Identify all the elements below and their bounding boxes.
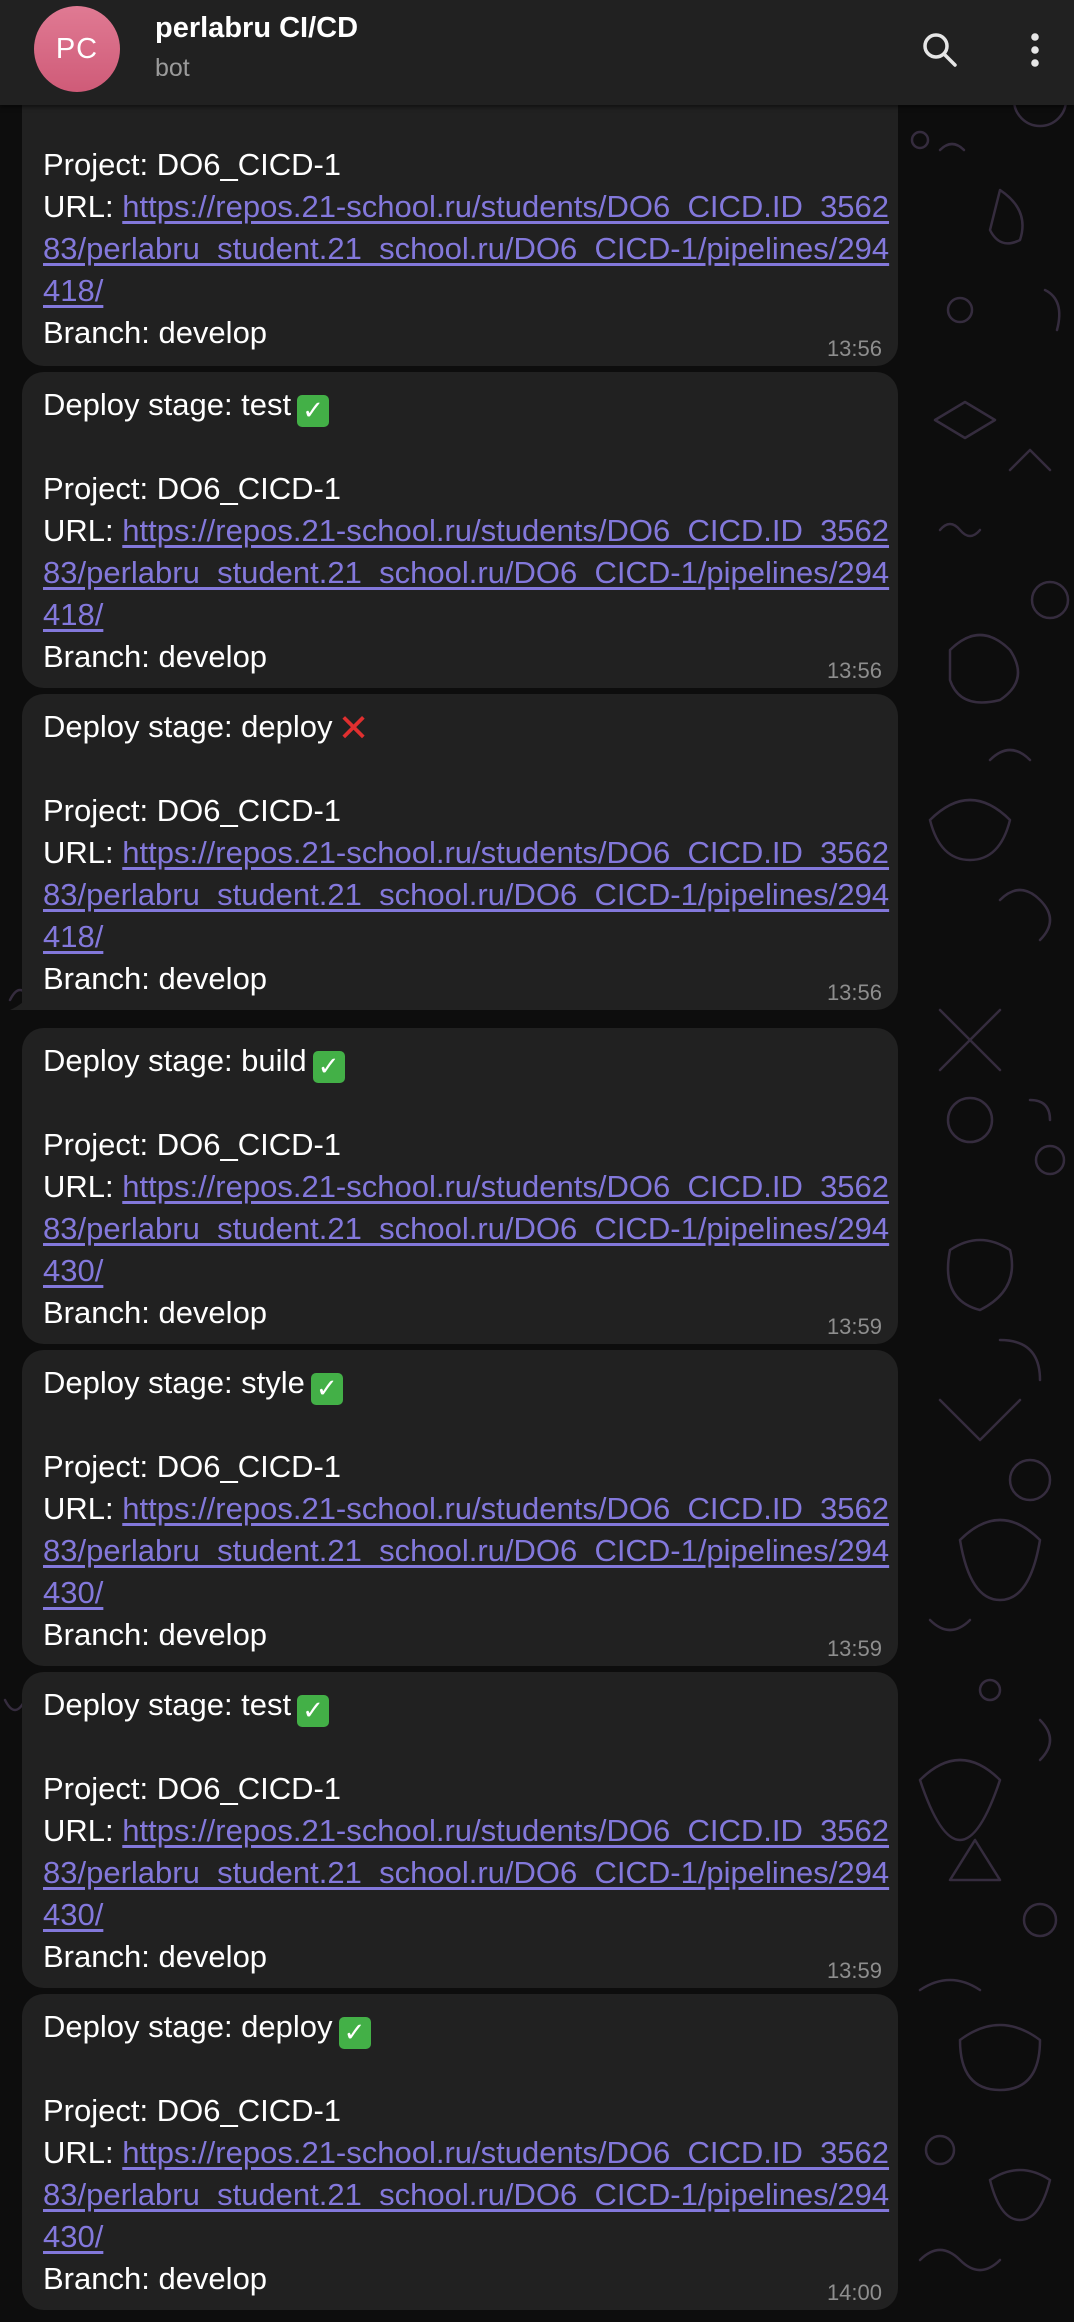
- project-name: DO6_CICD-1: [156, 1449, 342, 1484]
- branch-name: develop: [158, 1295, 268, 1330]
- pipeline-link[interactable]: https://repos.21-school.ru/students/DO6_…: [43, 2135, 889, 2254]
- url-line: URL: https://repos.21-school.ru/students…: [43, 189, 890, 308]
- url-line: URL: https://repos.21-school.ru/students…: [43, 1491, 890, 1610]
- branch-name: develop: [158, 2261, 268, 2296]
- chat-title[interactable]: perlabru CI/CD: [155, 12, 358, 45]
- bubble-tail: [10, 990, 34, 1010]
- branch-line: Branch: develop: [43, 961, 268, 996]
- chat-header[interactable]: PC perlabru CI/CD bot: [0, 0, 1074, 105]
- stage-line: Deploy stage: test ✓: [43, 384, 898, 427]
- url-line: URL: https://repos.21-school.ru/students…: [43, 513, 890, 632]
- message-bubble[interactable]: Deploy stage: deploy ✓ Project: DO6_CICD-…: [22, 1994, 898, 2310]
- message-bubble[interactable]: Deploy stage: test ✓ Project: DO6_CICD-1 …: [22, 1672, 898, 1988]
- message-time: 13:56: [826, 658, 882, 683]
- branch-line: Branch: develop: [43, 1939, 268, 1974]
- branch-line: Branch: develop: [43, 1617, 268, 1652]
- project-line: Project: DO6_CICD-1: [43, 147, 342, 182]
- search-icon: [923, 33, 957, 67]
- search-button[interactable]: [910, 20, 970, 80]
- project-name: DO6_CICD-1: [156, 1127, 342, 1162]
- more-options-button[interactable]: [1005, 20, 1065, 80]
- more-vertical-icon: [1031, 33, 1039, 67]
- branch-name: develop: [158, 315, 268, 350]
- message-list[interactable]: Project: DO6_CICD-1 URL: https://repos.2…: [0, 0, 1074, 2322]
- branch-line: Branch: develop: [43, 1295, 268, 1330]
- branch-name: develop: [158, 1939, 268, 1974]
- project-name: DO6_CICD-1: [156, 471, 342, 506]
- message-time: 13:56: [826, 336, 882, 361]
- chat-subtitle: bot: [155, 54, 190, 82]
- stage-name: deploy: [241, 709, 333, 744]
- stage-name: style: [241, 1365, 305, 1400]
- check-mark-icon: ✓: [310, 1373, 343, 1405]
- message-time: 14:00: [826, 2280, 882, 2305]
- project-line: Project: DO6_CICD-1: [43, 1449, 342, 1484]
- message-bubble[interactable]: Deploy stage: style ✓ Project: DO6_CICD-1…: [22, 1350, 898, 1666]
- stage-line: Deploy stage: build ✓: [43, 1040, 898, 1083]
- check-mark-icon: ✓: [297, 395, 330, 427]
- project-name: DO6_CICD-1: [156, 793, 342, 828]
- branch-line: Branch: develop: [43, 2261, 268, 2296]
- project-line: Project: DO6_CICD-1: [43, 793, 342, 828]
- branch-name: develop: [158, 1617, 268, 1652]
- stage-line: Deploy stage: deploy ✕: [43, 706, 370, 750]
- pipeline-link[interactable]: https://repos.21-school.ru/students/DO6_…: [43, 1813, 889, 1932]
- project-name: DO6_CICD-1: [156, 1771, 342, 1806]
- branch-line: Branch: develop: [43, 315, 268, 350]
- project-name: DO6_CICD-1: [156, 147, 342, 182]
- message-bubble[interactable]: Project: DO6_CICD-1 URL: https://repos.2…: [22, 60, 898, 366]
- pipeline-link[interactable]: https://repos.21-school.ru/students/DO6_…: [43, 1491, 889, 1610]
- branch-line: Branch: develop: [43, 639, 268, 674]
- message-bubble[interactable]: Deploy stage: test ✓ Project: DO6_CICD-1 …: [22, 372, 898, 688]
- message-time: 13:59: [826, 1314, 882, 1339]
- url-line: URL: https://repos.21-school.ru/students…: [43, 835, 890, 954]
- stage-name: deploy: [241, 2009, 333, 2044]
- project-line: Project: DO6_CICD-1: [43, 2093, 342, 2128]
- avatar[interactable]: PC: [34, 6, 120, 92]
- stage-name: build: [241, 1043, 307, 1078]
- stage-line: Deploy stage: deploy ✓: [43, 2006, 898, 2049]
- pipeline-link[interactable]: https://repos.21-school.ru/students/DO6_…: [43, 189, 889, 308]
- pipeline-link[interactable]: https://repos.21-school.ru/students/DO6_…: [43, 513, 889, 632]
- check-mark-icon: ✓: [312, 1051, 345, 1083]
- url-line: URL: https://repos.21-school.ru/students…: [43, 1169, 890, 1288]
- url-line: URL: https://repos.21-school.ru/students…: [43, 1813, 890, 1932]
- message-bubble[interactable]: Deploy stage: deploy ✕ Project: DO6_CICD-…: [10, 694, 898, 1010]
- message-time: 13:59: [826, 1636, 882, 1661]
- message-bubble[interactable]: Deploy stage: build ✓ Project: DO6_CICD-1…: [22, 1028, 898, 1344]
- branch-name: develop: [158, 961, 268, 996]
- cross-mark-icon: ✕: [337, 706, 370, 750]
- project-line: Project: DO6_CICD-1: [43, 1771, 342, 1806]
- stage-name: test: [241, 1687, 292, 1722]
- check-mark-icon: ✓: [338, 2017, 371, 2049]
- message-time: 13:59: [826, 1958, 882, 1983]
- project-line: Project: DO6_CICD-1: [43, 1127, 342, 1162]
- stage-name: test: [241, 387, 292, 422]
- project-name: DO6_CICD-1: [156, 2093, 342, 2128]
- pipeline-link[interactable]: https://repos.21-school.ru/students/DO6_…: [43, 835, 889, 954]
- stage-line: Deploy stage: test ✓: [43, 1684, 898, 1727]
- project-line: Project: DO6_CICD-1: [43, 471, 342, 506]
- url-line: URL: https://repos.21-school.ru/students…: [43, 2135, 890, 2254]
- branch-name: develop: [158, 639, 268, 674]
- check-mark-icon: ✓: [297, 1695, 330, 1727]
- stage-line: Deploy stage: style ✓: [43, 1362, 898, 1405]
- pipeline-link[interactable]: https://repos.21-school.ru/students/DO6_…: [43, 1169, 889, 1288]
- chat-screen: Project: DO6_CICD-1 URL: https://repos.2…: [0, 0, 1074, 2322]
- message-time: 13:56: [826, 980, 882, 1005]
